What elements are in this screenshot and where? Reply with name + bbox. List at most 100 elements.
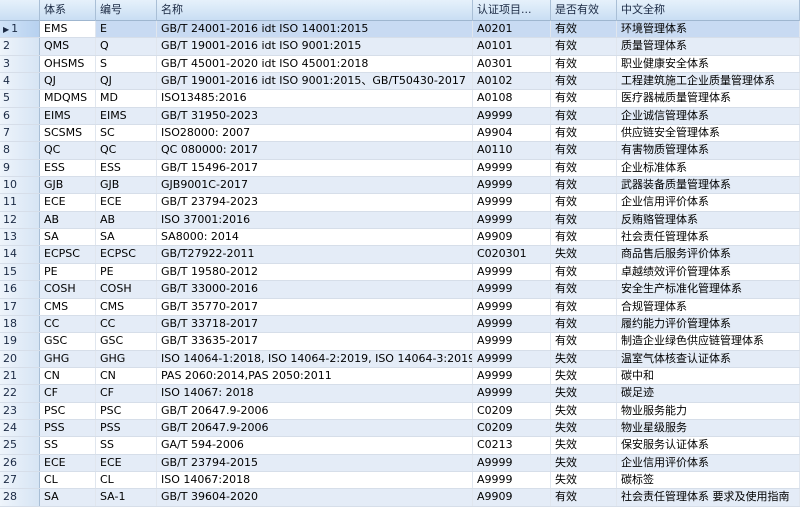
code-cell[interactable]: ECPSC xyxy=(96,246,157,263)
code-cell[interactable]: PE xyxy=(96,263,157,281)
cert-item-cell[interactable]: A9999 xyxy=(473,454,551,471)
system-cell[interactable]: QC xyxy=(40,142,96,159)
code-cell[interactable]: AB xyxy=(96,211,157,229)
table-row[interactable]: 12 AB AB ISO 37001:2016 A9999 有效 反贿赂管理体系 xyxy=(0,211,800,230)
name-cell[interactable]: ISO13485:2016 xyxy=(157,90,473,107)
name-cell[interactable]: GJB9001C-2017 xyxy=(157,177,473,194)
table-row[interactable]: 28 SA SA-1 GB/T 39604-2020 A9909 有效 社会责任管理体系 要… xyxy=(0,489,800,507)
chinese-name-cell[interactable]: 企业诚信管理体系 xyxy=(617,107,800,125)
system-cell[interactable]: GJB xyxy=(40,177,96,194)
chinese-name-cell[interactable]: 供应链安全管理体系 xyxy=(617,125,800,142)
row-number[interactable]: 17 xyxy=(0,298,40,315)
cert-item-cell[interactable]: A0201 xyxy=(473,21,551,38)
chinese-name-cell[interactable]: 环境管理体系 xyxy=(617,21,800,38)
row-number[interactable]: 23 xyxy=(0,402,40,419)
code-cell[interactable]: EIMS xyxy=(96,107,157,125)
system-cell[interactable]: AB xyxy=(40,211,96,229)
name-cell[interactable]: GB/T 23794-2023 xyxy=(157,194,473,211)
code-cell[interactable]: E xyxy=(96,21,157,38)
name-cell[interactable]: GB/T 35770-2017 xyxy=(157,298,473,315)
name-cell[interactable]: PAS 2060:2014,PAS 2050:2011 xyxy=(157,367,473,385)
chinese-name-cell[interactable]: 武器装备质量管理体系 xyxy=(617,177,800,194)
row-number[interactable]: 10 xyxy=(0,177,40,194)
valid-cell[interactable]: 有效 xyxy=(551,73,617,90)
table-row[interactable]: 17 CMS CMS GB/T 35770-2017 A9999 有效 合规管理体系 xyxy=(0,298,800,316)
code-cell[interactable]: SA xyxy=(96,229,157,246)
row-number[interactable]: 15 xyxy=(0,263,40,281)
name-cell[interactable]: GB/T 23794-2015 xyxy=(157,454,473,471)
system-cell[interactable]: CN xyxy=(40,367,96,385)
code-cell[interactable]: CL xyxy=(96,471,157,489)
name-cell[interactable]: GA/T 594-2006 xyxy=(157,437,473,454)
row-number[interactable]: 4 xyxy=(0,73,40,90)
valid-cell[interactable]: 失效 xyxy=(551,367,617,385)
cert-item-cell[interactable]: A9999 xyxy=(473,385,551,402)
name-cell[interactable]: SA8000: 2014 xyxy=(157,229,473,246)
valid-cell[interactable]: 失效 xyxy=(551,454,617,471)
code-cell[interactable]: QC xyxy=(96,142,157,159)
chinese-name-cell[interactable]: 企业标准体系 xyxy=(617,159,800,177)
cert-item-cell[interactable]: A9999 xyxy=(473,194,551,211)
chinese-name-cell[interactable]: 碳标签 xyxy=(617,471,800,489)
chinese-name-cell[interactable]: 质量管理体系 xyxy=(617,38,800,55)
valid-cell[interactable]: 有效 xyxy=(551,298,617,315)
cert-item-cell[interactable]: A9999 xyxy=(473,298,551,315)
valid-cell[interactable]: 有效 xyxy=(551,159,617,177)
cert-item-cell[interactable]: A9909 xyxy=(473,489,551,506)
table-row[interactable]: 23 PSC PSC GB/T 20647.9-2006 C0209 失效 物业服务能力 xyxy=(0,402,800,420)
code-cell[interactable]: S xyxy=(96,55,157,73)
chinese-name-cell[interactable]: 医疗器械质量管理体系 xyxy=(617,90,800,107)
code-cell[interactable]: GJB xyxy=(96,177,157,194)
name-cell[interactable]: GB/T27922-2011 xyxy=(157,246,473,263)
table-row[interactable]: 8 QC QC QC 080000: 2017 A0110 有效 有害物质管理体系 xyxy=(0,142,800,160)
row-number[interactable]: 5 xyxy=(0,90,40,107)
name-cell[interactable]: GB/T 33635-2017 xyxy=(157,333,473,350)
name-cell[interactable]: ISO 14067: 2018 xyxy=(157,385,473,402)
valid-cell[interactable]: 有效 xyxy=(551,21,617,38)
system-cell[interactable]: CC xyxy=(40,315,96,333)
system-cell[interactable]: CL xyxy=(40,471,96,489)
name-cell[interactable]: ISO 37001:2016 xyxy=(157,211,473,229)
cert-item-cell[interactable]: C0209 xyxy=(473,419,551,437)
system-cell[interactable]: GSC xyxy=(40,333,96,350)
chinese-name-cell[interactable]: 制造企业绿色供应链管理体系 xyxy=(617,333,800,350)
row-number[interactable]: 28 xyxy=(0,489,40,506)
table-row[interactable]: 21 CN CN PAS 2060:2014,PAS 2050:2011 A9999 失效… xyxy=(0,367,800,386)
table-row[interactable]: 22 CF CF ISO 14067: 2018 A9999 失效 碳足迹 xyxy=(0,385,800,403)
row-number[interactable]: 13 xyxy=(0,229,40,246)
code-cell[interactable]: CC xyxy=(96,315,157,333)
chinese-name-cell[interactable]: 工程建筑施工企业质量管理体系 xyxy=(617,73,800,90)
cert-item-cell[interactable]: A0301 xyxy=(473,55,551,73)
cert-item-cell[interactable]: A9999 xyxy=(473,315,551,333)
system-cell[interactable]: ECE xyxy=(40,194,96,211)
row-number[interactable]: 20 xyxy=(0,350,40,367)
table-row[interactable]: 5 MDQMS MD ISO13485:2016 A0108 有效 医疗器械质量管理体系 xyxy=(0,90,800,108)
chinese-name-cell[interactable]: 物业服务能力 xyxy=(617,402,800,419)
valid-cell[interactable]: 有效 xyxy=(551,315,617,333)
cert-item-cell[interactable]: A9999 xyxy=(473,281,551,298)
table-row[interactable]: 3 OHSMS S GB/T 45001-2020 idt ISO 45001:201… xyxy=(0,55,800,74)
valid-cell[interactable]: 有效 xyxy=(551,263,617,281)
name-cell[interactable]: GB/T 15496-2017 xyxy=(157,159,473,177)
system-cell[interactable]: ECE xyxy=(40,454,96,471)
row-number[interactable]: 7 xyxy=(0,125,40,142)
system-cell[interactable]: SCSMS xyxy=(40,125,96,142)
row-number[interactable]: 18 xyxy=(0,315,40,333)
table-row[interactable]: 11 ECE ECE GB/T 23794-2023 A9999 有效 企业信用评价体系 xyxy=(0,194,800,212)
table-row[interactable]: 4 QJ QJ GB/T 19001-2016 idt ISO 9001:2015、G… xyxy=(0,73,800,91)
row-number[interactable]: 27 xyxy=(0,471,40,489)
name-cell[interactable]: GB/T 19001-2016 idt ISO 9001:2015 xyxy=(157,38,473,55)
cert-item-cell[interactable]: A9999 xyxy=(473,159,551,177)
valid-cell[interactable]: 有效 xyxy=(551,211,617,229)
row-number[interactable]: 16 xyxy=(0,281,40,298)
row-number[interactable]: 14 xyxy=(0,246,40,263)
cert-item-cell[interactable]: A9999 xyxy=(473,211,551,229)
chinese-name-cell[interactable]: 企业信用评价体系 xyxy=(617,454,800,471)
row-number[interactable]: 8 xyxy=(0,142,40,159)
header-name[interactable]: 名称 xyxy=(157,0,473,21)
row-number[interactable]: 12 xyxy=(0,211,40,229)
name-cell[interactable]: GB/T 33000-2016 xyxy=(157,281,473,298)
table-row[interactable]: 25 SS SS GA/T 594-2006 C0213 失效 保安服务认证体系 xyxy=(0,437,800,455)
valid-cell[interactable]: 有效 xyxy=(551,107,617,125)
name-cell[interactable]: GB/T 33718-2017 xyxy=(157,315,473,333)
